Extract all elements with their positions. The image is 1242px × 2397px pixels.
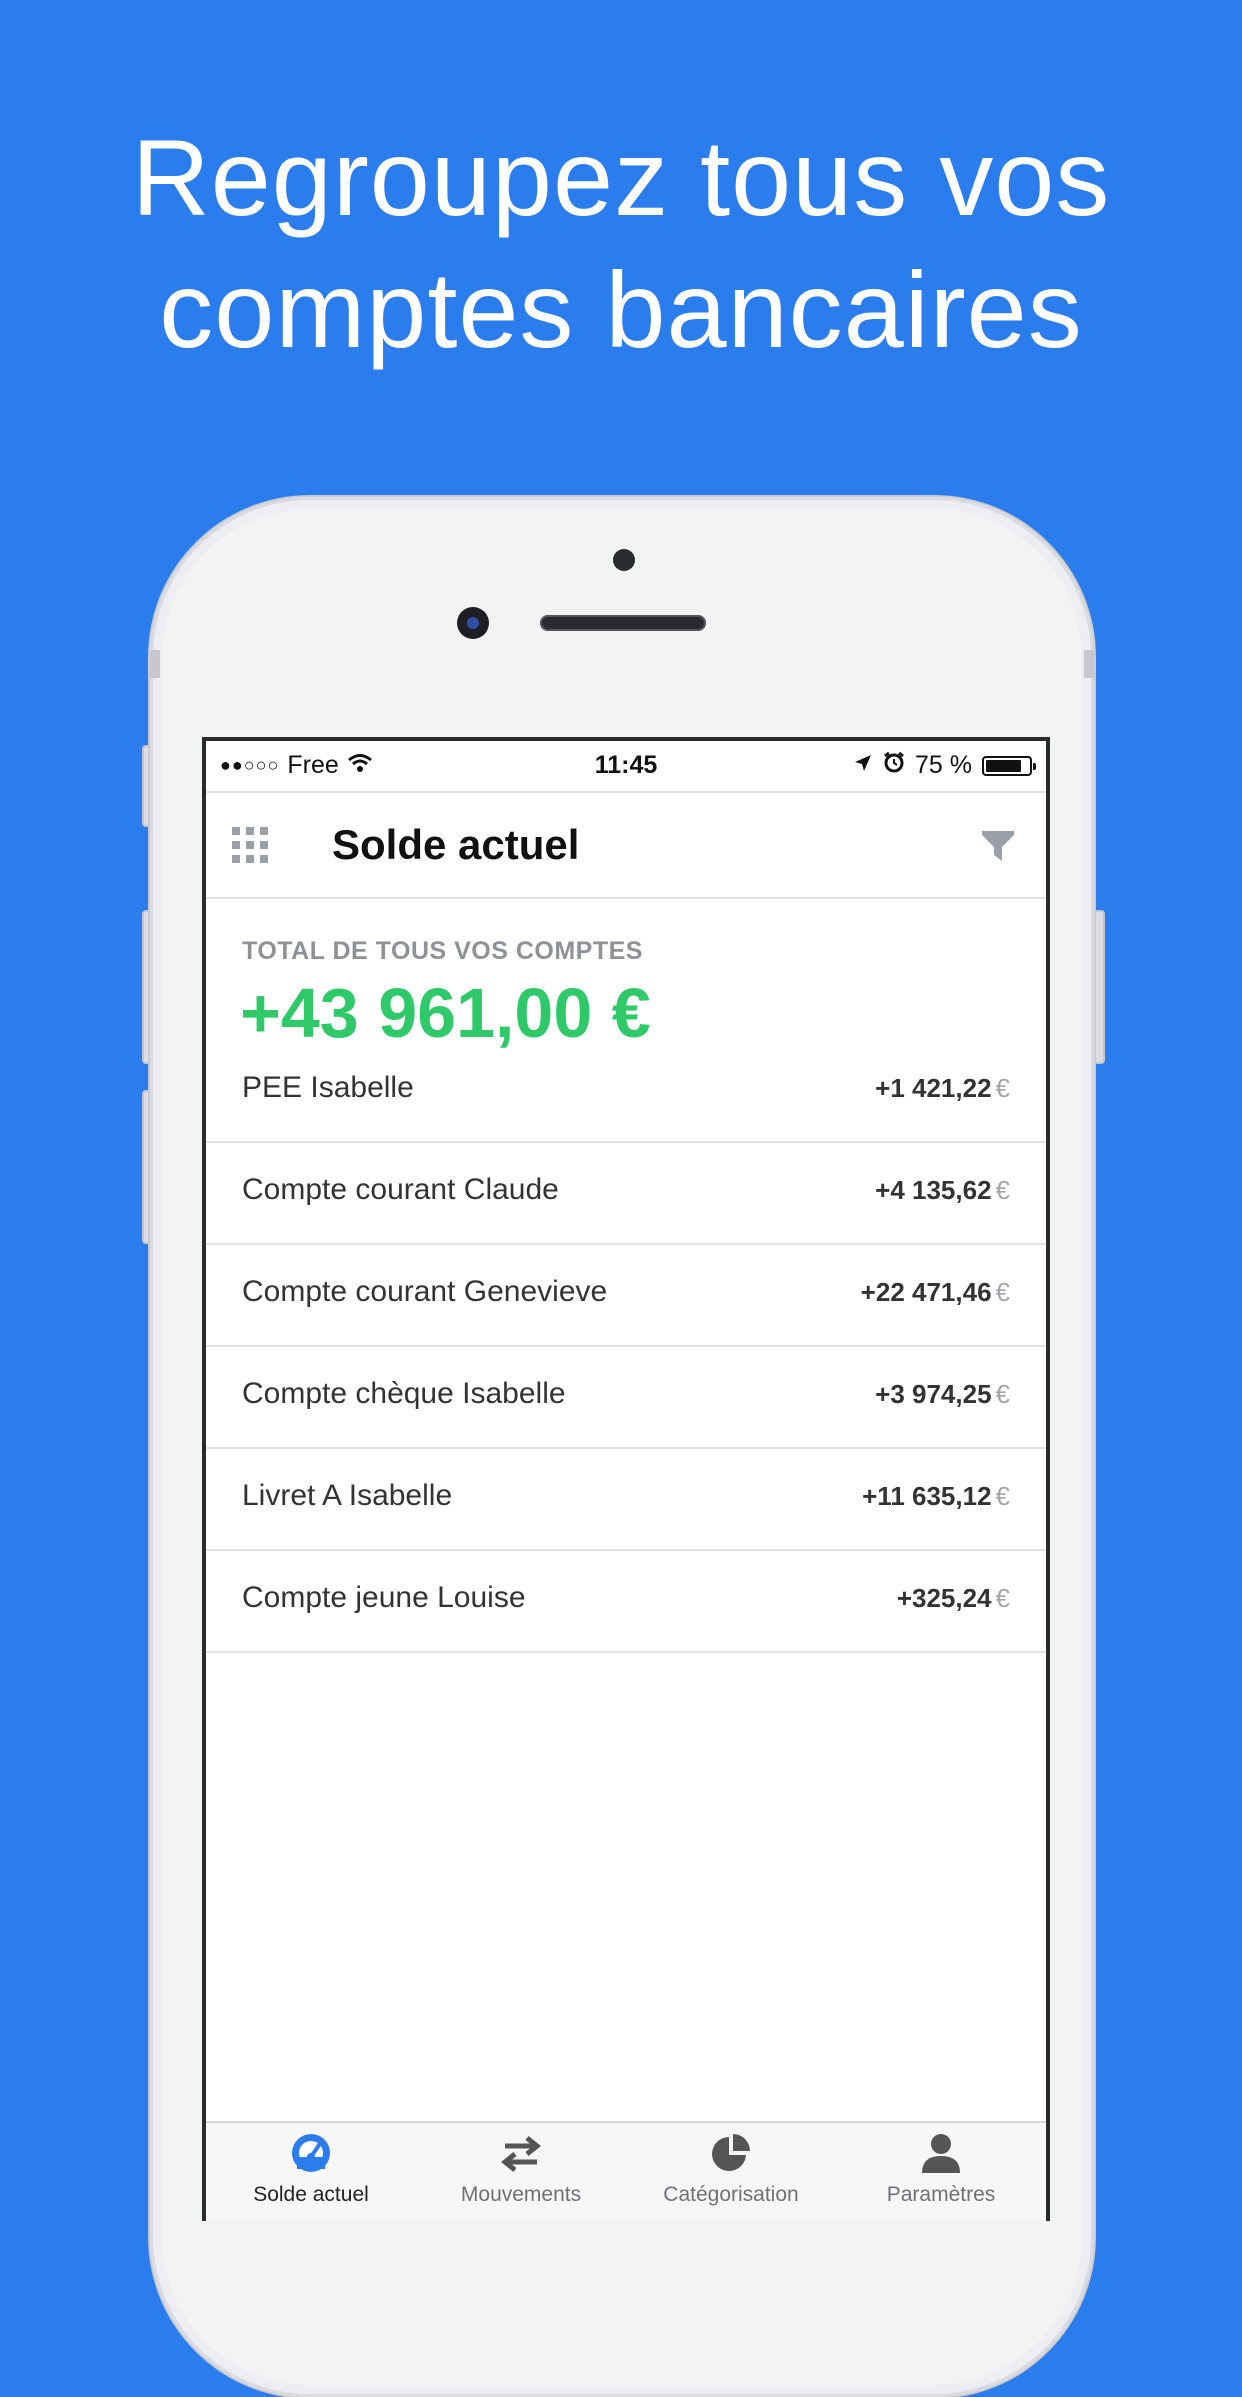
account-name: Compte jeune Louise: [242, 1581, 526, 1614]
power-button: [1093, 910, 1105, 1064]
nav-bar: Solde actuel: [206, 793, 1046, 899]
account-balance: +3 974,25 €: [875, 1379, 1010, 1410]
gauge-icon: [289, 2131, 333, 2175]
earpiece-speaker: [540, 615, 706, 631]
alarm-icon: [883, 751, 905, 780]
account-name: Livret A Isabelle: [242, 1479, 453, 1512]
filter-icon[interactable]: [978, 825, 1018, 865]
currency-symbol: €: [995, 1277, 1010, 1307]
tab-solde-actuel[interactable]: Solde actuel: [206, 2123, 416, 2221]
battery-percent: 75 %: [915, 751, 972, 779]
antenna-band-right: [1084, 650, 1094, 678]
account-balance: +11 635,12 €: [862, 1481, 1010, 1512]
account-name: PEE Isabelle: [242, 1071, 414, 1104]
account-amount: +325,24: [896, 1583, 992, 1613]
account-name: Compte courant Genevieve: [242, 1275, 608, 1308]
currency-symbol: €: [995, 1073, 1010, 1103]
account-row[interactable]: Compte chèque Isabelle +3 974,25 €: [206, 1347, 1046, 1449]
tab-label: Paramètres: [886, 2183, 996, 2206]
pie-chart-icon: [709, 2131, 753, 2175]
headline-line-1: Regroupez tous vos: [131, 117, 1111, 238]
antenna-band-left: [150, 650, 160, 678]
currency-symbol: €: [995, 1175, 1010, 1205]
location-arrow-icon: [853, 751, 873, 780]
tab-label: Catégorisation: [663, 2183, 799, 2206]
account-amount: +22 471,46: [860, 1277, 992, 1307]
account-amount: +3 974,25: [875, 1379, 992, 1409]
account-amount: +11 635,12: [862, 1481, 992, 1511]
front-camera: [457, 607, 489, 639]
tab-parametres[interactable]: Paramètres: [836, 2123, 1046, 2221]
account-name: Compte courant Claude: [242, 1173, 559, 1206]
account-amount: +4 135,62: [875, 1175, 992, 1205]
account-list: PEE Isabelle +1 421,22 € Compte courant C…: [206, 1041, 1046, 1653]
account-row[interactable]: Compte courant Genevieve +22 471,46 €: [206, 1245, 1046, 1347]
headline-line-2: comptes bancaires: [159, 249, 1083, 370]
tab-mouvements[interactable]: Mouvements: [416, 2123, 626, 2221]
transfer-arrows-icon: [499, 2131, 543, 2175]
grid-menu-icon[interactable]: [232, 827, 268, 863]
account-balance: +1 421,22 €: [875, 1073, 1010, 1104]
tab-bar: Solde actuel Mouvements Catégorisation P…: [206, 2121, 1046, 2221]
account-balance: +22 471,46 €: [861, 1277, 1010, 1308]
account-row[interactable]: Livret A Isabelle +11 635,12 €: [206, 1449, 1046, 1551]
app-screen: ●●○○○ Free 11:45 75 % Solde actuel TOTAL…: [202, 737, 1050, 2221]
currency-symbol: €: [995, 1583, 1010, 1613]
tab-label: Mouvements: [460, 2183, 582, 2206]
proximity-sensor: [613, 549, 635, 571]
page-title: Solde actuel: [332, 821, 580, 868]
total-label: TOTAL DE TOUS VOS COMPTES: [242, 937, 643, 965]
account-balance: +4 135,62 €: [875, 1175, 1010, 1206]
tab-categorisation[interactable]: Catégorisation: [626, 2123, 836, 2221]
account-row[interactable]: Compte courant Claude +4 135,62 €: [206, 1143, 1046, 1245]
account-row[interactable]: PEE Isabelle +1 421,22 €: [206, 1041, 1046, 1143]
status-bar: ●●○○○ Free 11:45 75 %: [206, 741, 1046, 793]
marketing-headline: Regroupez tous vos comptes bancaires: [0, 112, 1242, 376]
tab-label: Solde actuel: [253, 2183, 369, 2206]
currency-symbol: €: [995, 1379, 1010, 1409]
user-icon: [919, 2131, 963, 2175]
account-balance: +325,24 €: [897, 1583, 1010, 1614]
account-name: Compte chèque Isabelle: [242, 1377, 566, 1410]
battery-icon: [982, 755, 1036, 776]
account-amount: +1 421,22: [875, 1073, 992, 1103]
account-row[interactable]: Compte jeune Louise +325,24 €: [206, 1551, 1046, 1653]
currency-symbol: €: [995, 1481, 1010, 1511]
